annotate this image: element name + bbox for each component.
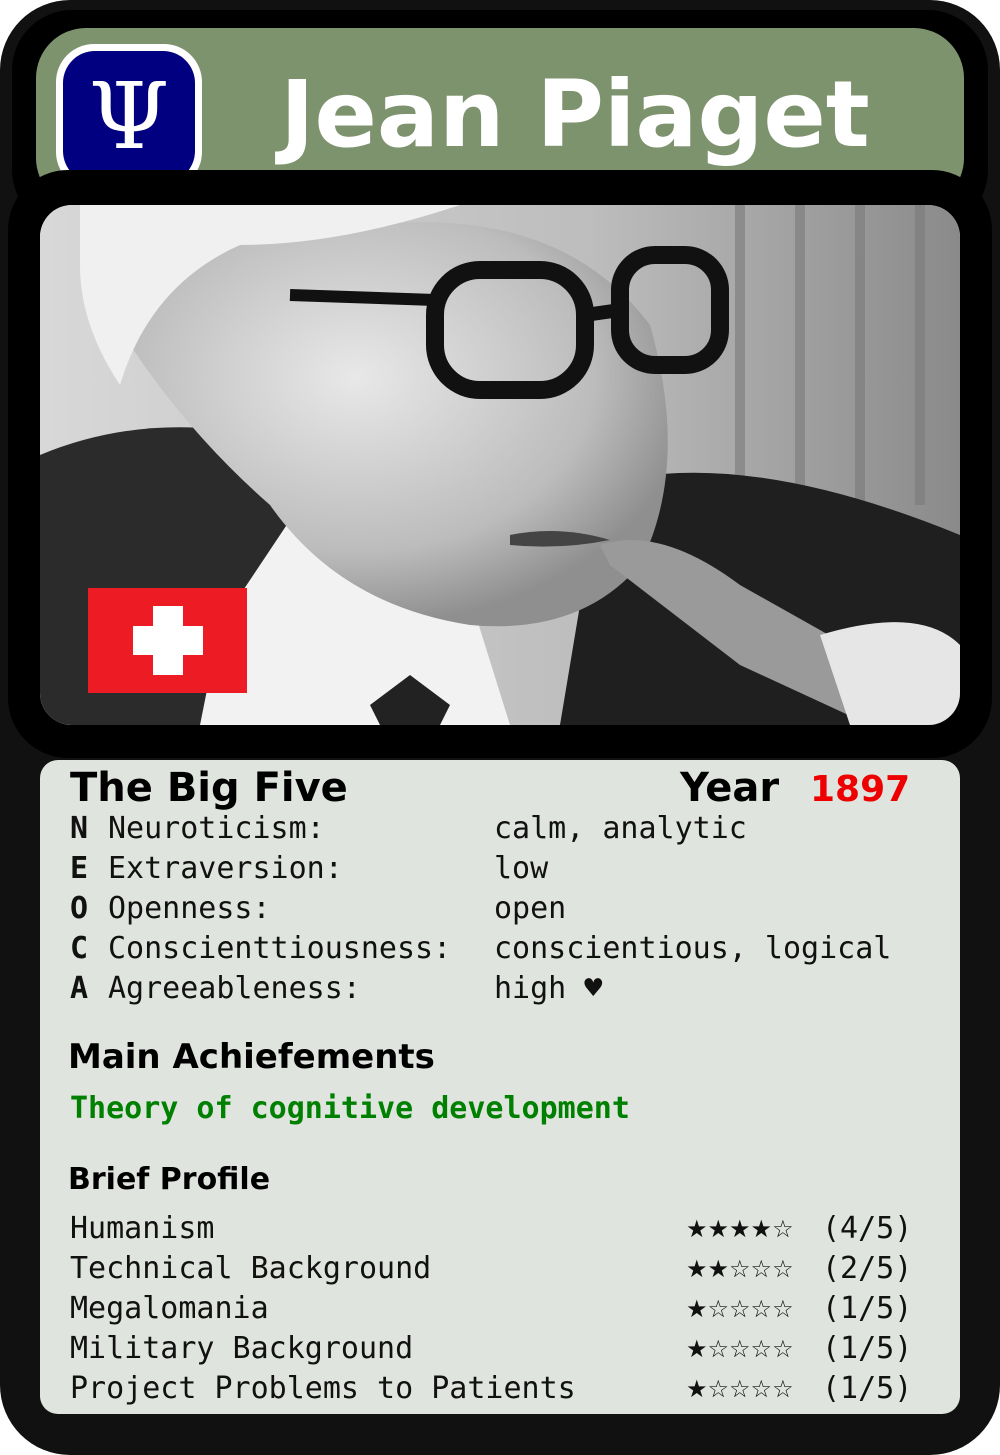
trait-letter: A [70, 971, 89, 1006]
profile-label: Technical Background [70, 1251, 432, 1286]
big-five-heading: The Big Five [70, 765, 348, 811]
trait-letter: C [70, 931, 89, 966]
star-rating: ★☆☆☆☆ [686, 1335, 794, 1363]
star-rating: ★☆☆☆☆ [686, 1295, 794, 1323]
profile-label: Megalomania [70, 1291, 269, 1326]
profile-row: Technical Background ★★☆☆☆ (2/5) [70, 1250, 920, 1288]
profile-score: (2/5) [822, 1251, 913, 1286]
star-rating: ★★★★☆ [686, 1215, 794, 1243]
swiss-flag-icon [88, 588, 247, 693]
year-label: Year [680, 765, 780, 811]
profile-row: Project Problems to Patients ★☆☆☆☆ (1/5) [70, 1370, 920, 1408]
star-rating: ★☆☆☆☆ [686, 1375, 794, 1403]
profile-row: Megalomania ★☆☆☆☆ (1/5) [70, 1290, 920, 1328]
trait-label: Extraversion: [108, 851, 343, 886]
profile-score: (1/5) [822, 1371, 913, 1406]
profile-score: (4/5) [822, 1211, 913, 1246]
achievements-heading: Main Achiefements [68, 1037, 435, 1077]
achievement-text: Theory of cognitive development [70, 1091, 630, 1126]
profile-label: Humanism [70, 1211, 215, 1246]
trait-value: high ♥ [494, 971, 603, 1006]
trait-letter: O [70, 891, 89, 926]
star-rating: ★★☆☆☆ [686, 1255, 794, 1283]
psychology-logo: Ψ [56, 44, 202, 190]
trait-label: Agreeableness: [108, 971, 361, 1006]
profile-score: (1/5) [822, 1291, 913, 1326]
trait-label: Conscienttiousness: [108, 931, 452, 966]
profile-heading: Brief Profile [68, 1162, 271, 1197]
profile-label: Military Background [70, 1331, 414, 1366]
trait-label: Openness: [108, 891, 271, 926]
profile-row: Humanism ★★★★☆ (4/5) [70, 1210, 920, 1248]
trait-value: low [494, 851, 549, 886]
birth-year: 1897 [810, 769, 911, 810]
card-title: Jean Piaget [280, 61, 870, 168]
profile-score: (1/5) [822, 1331, 913, 1366]
trait-letter: N [70, 811, 89, 846]
trait-letter: E [70, 851, 89, 886]
trading-card: Ψ Jean Piaget The Big Five Year 1897 N N… [0, 0, 1000, 1455]
trait-label: Neuroticism: [108, 811, 325, 846]
profile-row: Military Background ★☆☆☆☆ (1/5) [70, 1330, 920, 1368]
profile-label: Project Problems to Patients [70, 1371, 576, 1406]
trait-value: open [494, 891, 567, 926]
trait-value: calm, analytic [494, 811, 747, 846]
psi-icon: Ψ [63, 51, 195, 183]
trait-value: conscientious, logical [494, 931, 892, 966]
